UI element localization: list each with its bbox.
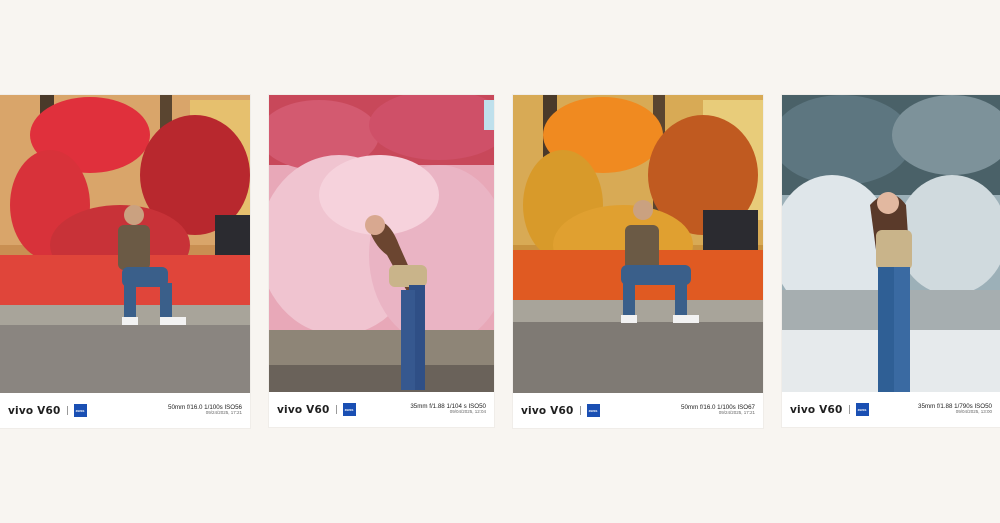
- photo-card-1: vivo V60 ZEISS 50mm f/16.0 1/100s ISO56 …: [0, 95, 250, 428]
- brand-group: vivo V60 ZEISS: [8, 404, 87, 417]
- exif-info: 35mm f/1.88 1/790s ISO50 09/04/2025, 13:…: [918, 403, 992, 416]
- zeiss-logo: ZEISS: [586, 404, 600, 417]
- photo-watermark-3: vivo V60 ZEISS 50mm f/16.0 1/100s ISO67 …: [513, 393, 763, 428]
- photo-man-red-garden: [0, 95, 250, 393]
- divider: [848, 405, 850, 414]
- brand-name: vivo V60: [521, 404, 574, 417]
- photo-watermark-4: vivo V60 ZEISS 35mm f/1.88 1/790s ISO50 …: [782, 392, 1000, 427]
- photo-watermark-2: vivo V60 ZEISS 35mm f/1.88 1/104 s ISO50…: [269, 392, 494, 427]
- photo-card-2: vivo V60 ZEISS 35mm f/1.88 1/104 s ISO50…: [269, 95, 494, 427]
- exif-info: 50mm f/16.0 1/100s ISO56 09/24/2025, 17:…: [168, 404, 242, 417]
- capture-date: 09/04/2025, 13:00: [955, 409, 992, 415]
- exif-info: 50mm f/16.0 1/100s ISO67 09/24/2025, 17:…: [681, 404, 755, 417]
- divider: [579, 406, 581, 415]
- photo-woman-frosted-garden: [782, 95, 1000, 392]
- photo-card-4: vivo V60 ZEISS 35mm f/1.88 1/790s ISO50 …: [782, 95, 1000, 427]
- divider: [335, 405, 337, 414]
- capture-date: 09/24/2025, 17:21: [205, 410, 242, 416]
- photo-woman-pink-blossoms: [269, 95, 494, 392]
- photo-illustration-4: [782, 95, 1000, 392]
- exif-info: 35mm f/1.88 1/104 s ISO50 09/04/2025, 12…: [410, 403, 486, 416]
- divider: [66, 406, 68, 415]
- brand-group: vivo V60 ZEISS: [277, 403, 356, 416]
- brand-name: vivo V60: [790, 403, 843, 416]
- photo-card-3: vivo V60 ZEISS 50mm f/16.0 1/100s ISO67 …: [513, 95, 763, 428]
- zeiss-logo: ZEISS: [342, 403, 356, 416]
- capture-date: 09/24/2025, 17:21: [718, 410, 755, 416]
- brand-group: vivo V60 ZEISS: [521, 404, 600, 417]
- photo-illustration-3: [513, 95, 763, 393]
- photo-illustration-1: [0, 95, 250, 393]
- brand-group: vivo V60 ZEISS: [790, 403, 869, 416]
- brand-name: vivo V60: [8, 404, 61, 417]
- zeiss-logo: ZEISS: [73, 404, 87, 417]
- brand-name: vivo V60: [277, 403, 330, 416]
- photo-man-autumn-garden: [513, 95, 763, 393]
- capture-date: 09/04/2025, 12:04: [449, 409, 486, 415]
- zeiss-logo: ZEISS: [855, 403, 869, 416]
- photo-watermark-1: vivo V60 ZEISS 50mm f/16.0 1/100s ISO56 …: [0, 393, 250, 428]
- photo-illustration-2: [269, 95, 494, 392]
